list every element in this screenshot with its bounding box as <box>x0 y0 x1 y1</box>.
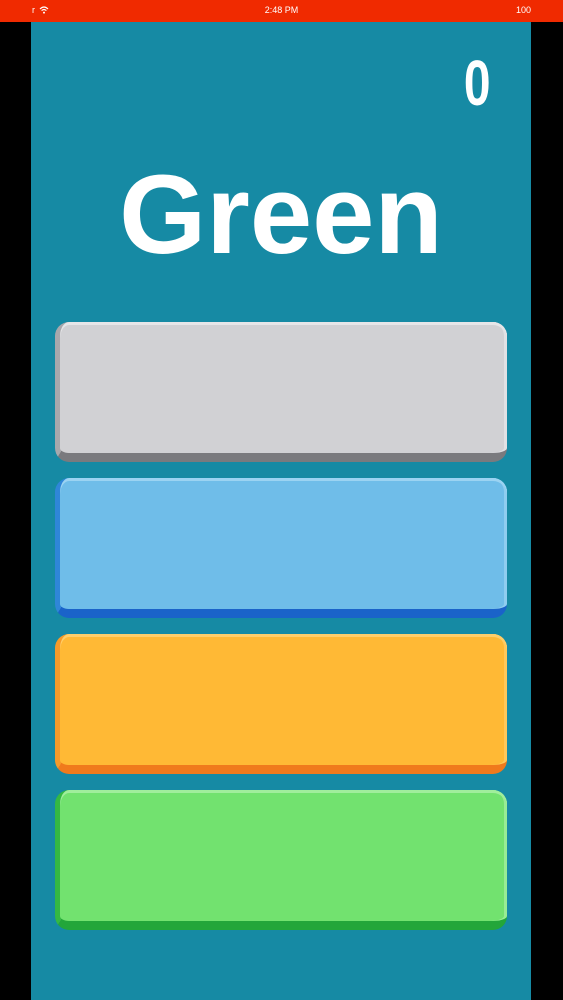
battery-percentage: 100 <box>516 5 532 15</box>
color-word: Green <box>119 152 443 277</box>
orange-color-button[interactable] <box>55 634 507 774</box>
score-counter: 0 <box>464 47 491 119</box>
green-color-button[interactable] <box>55 790 507 930</box>
gray-color-button[interactable] <box>55 322 507 462</box>
game-screen: 0 Green <box>31 0 531 1000</box>
status-time: 2:48 PM <box>264 5 299 15</box>
blue-color-button[interactable] <box>55 478 507 618</box>
status-bar: r 2:48 PM 100 <box>0 0 563 22</box>
